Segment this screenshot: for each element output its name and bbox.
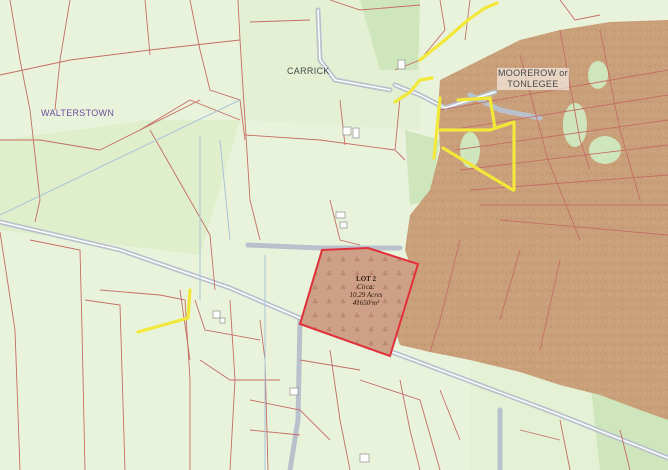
building	[397, 59, 406, 70]
building	[212, 310, 221, 319]
map-canvas[interactable]: ♣	[0, 0, 668, 470]
building	[219, 317, 226, 324]
place-name-carrick: CARRICK	[287, 66, 330, 76]
track-woodland	[456, 96, 492, 102]
place-name-moorerow-line2: TONLEGEE	[497, 79, 569, 90]
lot-2-label: LOT 2 Circa: 10.29 Acres 41650 m²	[336, 275, 396, 307]
building	[289, 387, 299, 396]
lot-acres: 10.29 Acres	[349, 291, 383, 299]
place-name-moorerow-line1: MOOREROW or	[497, 68, 569, 79]
building	[339, 221, 348, 229]
lot-circa: Circa:	[356, 283, 376, 291]
building	[359, 453, 370, 463]
building	[335, 211, 346, 219]
building	[342, 126, 352, 136]
place-name-moorerow: MOOREROW or TONLEGEE	[497, 68, 569, 90]
lot-area: 41650 m²	[352, 299, 380, 307]
lot-title: LOT 2	[356, 275, 376, 283]
building	[352, 127, 360, 139]
woodland-clearing	[589, 136, 621, 164]
woodland-clearing	[588, 61, 608, 89]
place-name-walterstown: WALTERSTOWN	[41, 108, 115, 118]
